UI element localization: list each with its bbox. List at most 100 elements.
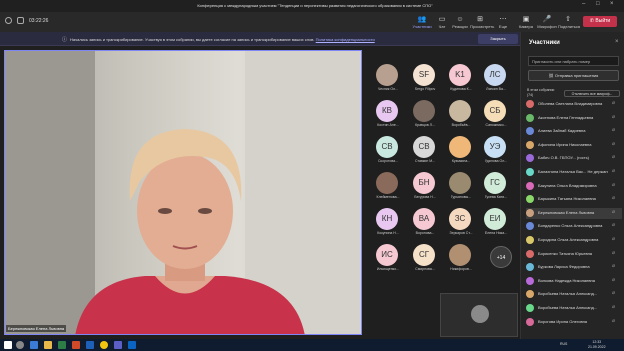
participant-tile[interactable]: БН Бегурова Н... bbox=[408, 172, 442, 200]
start-icon[interactable] bbox=[4, 341, 12, 349]
minimize-icon[interactable]: – bbox=[582, 1, 585, 7]
participant-row[interactable]: Бородина Ольга Александровна ⌀ bbox=[526, 235, 622, 246]
view-button[interactable]: ⊞ Просмотреть bbox=[470, 15, 494, 29]
chrome-icon[interactable] bbox=[100, 341, 108, 349]
participant-tile[interactable]: СВ Ставкин М... bbox=[408, 136, 442, 164]
participant-tile[interactable]: ЗС Зеркаров Ст... bbox=[444, 208, 478, 236]
participant-tile[interactable]: Воробьёв... bbox=[444, 100, 478, 128]
self-view[interactable] bbox=[440, 293, 518, 337]
share-button[interactable]: ⇧ Поделиться bbox=[558, 15, 580, 29]
participant-tile[interactable]: ИС Ильющенко... bbox=[371, 244, 405, 272]
participant-tile[interactable]: КВ Костин Але... bbox=[371, 100, 405, 128]
mic-muted-icon: ⌀ bbox=[612, 208, 616, 215]
participant-tile[interactable]: СБ Сапожнико... bbox=[479, 100, 513, 128]
participant-row[interactable]: Аксенова Елена Геннадьевна ⌀ bbox=[526, 113, 622, 124]
chat-button[interactable]: ▭ Чат bbox=[432, 15, 452, 29]
participant-row[interactable]: Бондаренко Ольга Александровна ⌀ bbox=[526, 221, 622, 232]
participant-row[interactable]: Бережновская Елена Львовна ⌀ bbox=[526, 207, 622, 219]
more-button[interactable]: ⋯ Еще bbox=[493, 15, 513, 29]
avatar bbox=[526, 154, 534, 163]
participant-tile[interactable]: ЕИ Елена Ника... bbox=[479, 208, 513, 236]
participants-button[interactable]: 👥 Участники bbox=[412, 15, 432, 29]
shield-icon[interactable] bbox=[5, 17, 12, 24]
participant-row[interactable]: Воробьева Наталья Александ... ⌀ bbox=[526, 303, 622, 314]
more-participants-button[interactable]: +14 bbox=[490, 246, 512, 268]
word-icon[interactable] bbox=[86, 341, 94, 349]
participant-row[interactable]: Оболева Светлана Владимировна ⌀ bbox=[526, 99, 622, 110]
participant-tile[interactable]: SF Sergo Filipov bbox=[408, 64, 442, 92]
participant-row[interactable]: Бакунина Ольга Владимировна ⌀ bbox=[526, 181, 622, 192]
participant-tile[interactable]: Гурьяновы... bbox=[444, 172, 478, 200]
in-meeting-header[interactable]: В этом собрании (74) bbox=[527, 88, 557, 98]
participant-tile[interactable]: ЛС Ляпкин Ва... bbox=[479, 64, 513, 92]
language-indicator[interactable]: RUS bbox=[560, 342, 567, 347]
participant-tile[interactable]: Никифоров... bbox=[444, 244, 478, 272]
participant-tile[interactable]: Чесник Ол... bbox=[371, 64, 405, 92]
banner-close-button[interactable]: Закрыть bbox=[478, 34, 518, 44]
avatar bbox=[526, 290, 534, 299]
participant-name: Афонина Ирина Николаевна bbox=[538, 141, 592, 147]
participant-row[interactable]: Бабич О.В. ГБПОУ... (гость) ⌀ bbox=[526, 153, 622, 164]
participant-row[interactable]: Ворогова Ирина Олеговна ⌀ bbox=[526, 317, 622, 328]
participant-tile-name: Костин Але... bbox=[377, 123, 399, 127]
participant-row[interactable]: Воробьева Наталья Александ... ⌀ bbox=[526, 289, 622, 300]
avatar bbox=[376, 64, 398, 86]
maximize-icon[interactable]: □ bbox=[596, 1, 600, 7]
leave-button[interactable]: ✆ Выйти bbox=[583, 16, 617, 27]
microphone-button[interactable]: 🎤 Микрофон bbox=[537, 15, 557, 29]
avatar bbox=[526, 140, 534, 149]
participant-tile[interactable]: ВА Воронова... bbox=[408, 208, 442, 236]
grid-icon[interactable] bbox=[17, 17, 24, 24]
participant-tile-name: Ляпкин Ва... bbox=[486, 87, 506, 91]
participant-tile[interactable]: Кравцов Л... bbox=[408, 100, 442, 128]
participant-row[interactable]: Буркова Лариса Федоровна ⌀ bbox=[526, 262, 622, 273]
participant-row[interactable]: Афонина Ирина Николаевна ⌀ bbox=[526, 140, 622, 151]
explorer-icon[interactable] bbox=[44, 341, 52, 349]
task-view-icon[interactable] bbox=[30, 341, 38, 349]
speaker-video-image bbox=[5, 51, 361, 334]
avatar: K1 bbox=[449, 64, 471, 86]
mic-muted-icon: ⌀ bbox=[612, 317, 616, 324]
participant-name: Бережновская Елена Львовна bbox=[538, 209, 595, 215]
outlook-icon[interactable] bbox=[128, 341, 136, 349]
chat-icon: ▭ bbox=[438, 16, 446, 23]
participant-tile[interactable]: УЭ Удилова Ол... bbox=[479, 136, 513, 164]
participant-tile[interactable]: КН Кокунина Н... bbox=[371, 208, 405, 236]
participant-tile-name: Воронова... bbox=[415, 231, 435, 235]
search-icon[interactable] bbox=[16, 341, 24, 349]
participant-name: Аксенова Елена Геннадьевна bbox=[538, 114, 594, 120]
main-video[interactable] bbox=[4, 50, 362, 335]
participant-tile-name: Чесник Ол... bbox=[377, 87, 399, 91]
teams-icon[interactable] bbox=[114, 341, 122, 349]
info-icon: ⓘ bbox=[62, 37, 68, 43]
clock[interactable]: 12:33 21.09.2022 bbox=[588, 340, 606, 350]
avatar bbox=[526, 113, 534, 122]
participant-tile[interactable]: Кузьмина... bbox=[444, 136, 478, 164]
avatar: ЗС bbox=[449, 208, 471, 230]
privacy-link[interactable]: Политика конфиденциальности bbox=[316, 37, 375, 42]
participant-tile[interactable]: K1 Кудинова К... bbox=[444, 64, 478, 92]
mute-all-button[interactable]: Отключить все микроф... bbox=[564, 90, 620, 97]
participant-row[interactable]: Алиева Зайнаб Кадиевна ⌀ bbox=[526, 126, 622, 137]
mic-muted-icon: ⌀ bbox=[612, 140, 616, 147]
participant-row[interactable]: Борисенко Татьяна Юрьевна ⌀ bbox=[526, 249, 622, 260]
reactions-button[interactable]: ☺ Реакции bbox=[450, 15, 470, 29]
close-icon[interactable]: × bbox=[615, 39, 619, 45]
avatar bbox=[449, 136, 471, 158]
participant-row[interactable]: Волкова Надежда Николаевна ⌀ bbox=[526, 276, 622, 287]
camera-button[interactable]: ▣ Камера bbox=[516, 15, 536, 29]
participant-row[interactable]: Барыкина Татьяна Николаевна ⌀ bbox=[526, 194, 622, 205]
excel-icon[interactable] bbox=[58, 341, 66, 349]
panel-title: Участники bbox=[529, 40, 560, 46]
close-window-icon[interactable]: × bbox=[610, 1, 614, 7]
invite-input[interactable]: Пригласить или набрать номер bbox=[528, 56, 619, 66]
participant-name: Воробьева Наталья Александ... bbox=[538, 291, 598, 297]
participant-row[interactable]: Балахнина Наталья Вас... Не держаны ⌀ bbox=[526, 167, 622, 178]
participant-name: Ворогова Ирина Олеговна bbox=[538, 318, 588, 324]
participant-tile[interactable]: ГС Гусева Кати... bbox=[479, 172, 513, 200]
powerpoint-icon[interactable] bbox=[72, 341, 80, 349]
participant-tile[interactable]: Клейменова... bbox=[371, 172, 405, 200]
share-invite-button[interactable]: ⛓ Отправка приглашения bbox=[528, 70, 619, 81]
participant-tile[interactable]: СГ Смирнова... bbox=[408, 244, 442, 272]
participant-tile[interactable]: СВ Скоротова... bbox=[371, 136, 405, 164]
